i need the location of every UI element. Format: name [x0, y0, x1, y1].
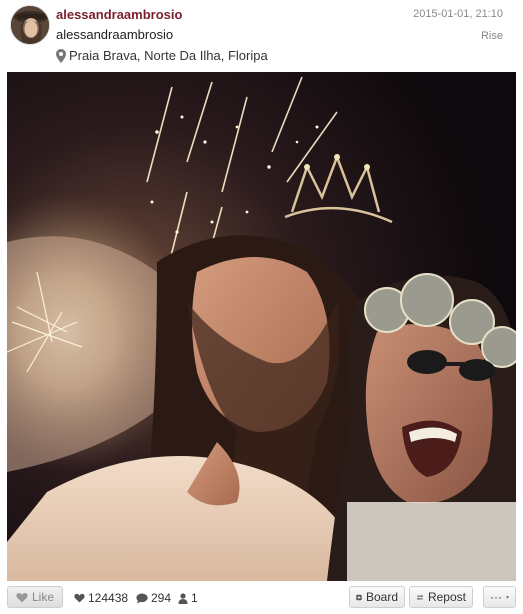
username-link[interactable]: alessandraambrosio	[56, 7, 182, 22]
person-icon	[178, 592, 188, 604]
more-menu-button[interactable]: ···	[483, 586, 516, 608]
photo-image	[7, 72, 516, 581]
location-link[interactable]: Praia Brava, Norte Da Ilha, Floripa	[56, 48, 268, 63]
comments-count-text: 294	[151, 591, 172, 605]
avatar[interactable]	[10, 5, 50, 45]
reposts-count-text: 1	[191, 591, 198, 605]
avatar-image	[11, 6, 49, 44]
likes-count: 124438	[74, 591, 128, 605]
more-label: ···	[490, 590, 502, 604]
speech-bubble-icon	[136, 593, 148, 603]
filter-name: Rise	[480, 30, 503, 42]
plus-square-icon	[356, 594, 362, 600]
comments-count: 294	[136, 591, 171, 605]
full-name: alessandraambrosio	[56, 27, 174, 42]
heart-icon	[74, 593, 85, 603]
like-label: Like	[31, 590, 54, 604]
board-button[interactable]: Board	[349, 586, 405, 608]
like-button[interactable]: Like	[7, 586, 63, 608]
post-photo[interactable]	[7, 72, 516, 581]
board-label: Board	[365, 590, 398, 604]
instagram-post: alessandraambrosio alessandraambrosio Pr…	[0, 0, 523, 614]
likes-count-text: 124438	[88, 591, 129, 605]
post-timestamp: 2015-01-01, 21:10	[413, 8, 503, 20]
reposts-count: 1	[178, 591, 198, 605]
post-header: alessandraambrosio alessandraambrosio Pr…	[0, 0, 523, 72]
heart-icon	[16, 592, 28, 602]
repost-label: Repost	[427, 590, 466, 604]
map-pin-icon	[56, 48, 66, 63]
repost-arrows-icon	[416, 594, 424, 600]
repost-button[interactable]: Repost	[409, 586, 473, 608]
post-actions: Like 124438 294 1 Board Repost ···	[0, 584, 523, 612]
location-text: Praia Brava, Norte Da Ilha, Floripa	[69, 48, 268, 63]
chevron-down-icon	[506, 595, 509, 599]
